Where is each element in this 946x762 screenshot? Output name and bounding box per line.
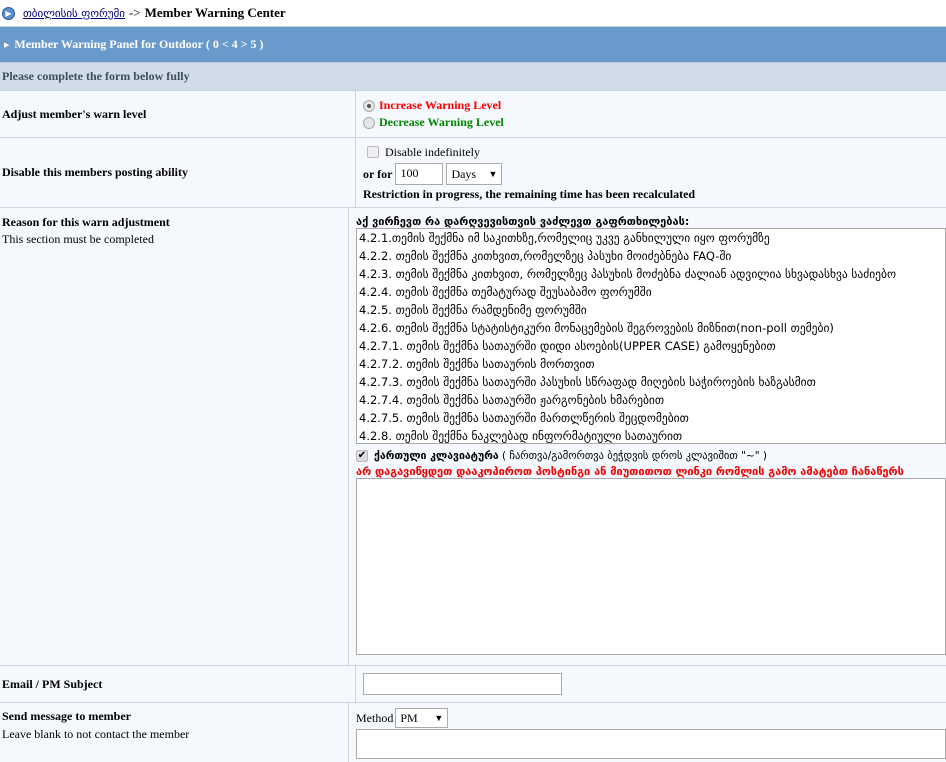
subject-row: Email / PM Subject bbox=[0, 665, 946, 702]
breadcrumb: ▶ თბილისის ფორუმი -> Member Warning Cent… bbox=[0, 0, 946, 26]
nav-arrow-icon: ▶ bbox=[2, 6, 15, 20]
reason-listbox[interactable]: 4.2.1.თემის შექმნა იმ საკითხზე,რომელიც უ… bbox=[356, 228, 946, 444]
triangle-icon: ▶ bbox=[4, 41, 10, 49]
copy-warning: არ დაგავიწყდეთ დააკოპიროთ პოსტინგი ან მი… bbox=[356, 465, 904, 478]
duration-input[interactable]: 100 bbox=[395, 163, 444, 185]
reason-option[interactable]: 4.2.6. თემის შექმნა სტატისტიკური მონაცემ… bbox=[357, 319, 945, 337]
reason-option[interactable]: 4.2.4. თემის შექმნა თემატურად შეუსაბამო … bbox=[357, 283, 945, 301]
dropdown-arrow-icon: ▼ bbox=[488, 169, 498, 179]
decrease-radio[interactable]: Decrease Warning Level bbox=[363, 114, 946, 131]
message-row: Send message to member Leave blank to not… bbox=[0, 702, 946, 762]
dropdown-arrow-icon: ▼ bbox=[434, 713, 444, 723]
reason-option[interactable]: 4.2.2. თემის შექმნა კითხვით,რომელზეც პას… bbox=[357, 247, 945, 265]
decrease-label: Decrease Warning Level bbox=[379, 115, 504, 129]
increase-radio[interactable]: Increase Warning Level bbox=[363, 97, 946, 114]
message-hint: Leave blank to not contact the member bbox=[2, 727, 190, 741]
reason-option[interactable]: 4.2.7.3. თემის შექმნა სათაურში პასუხის ს… bbox=[357, 373, 945, 391]
increase-label: Increase Warning Level bbox=[379, 98, 502, 112]
breadcrumb-separator: -> bbox=[128, 5, 141, 20]
message-label: Send message to member bbox=[2, 709, 131, 723]
radio-unchecked-icon bbox=[363, 116, 375, 129]
method-select[interactable]: PM ▼ bbox=[395, 708, 449, 728]
or-for-label: or for bbox=[363, 166, 393, 181]
disable-indefinitely-label: Disable indefinitely bbox=[385, 144, 480, 159]
restriction-note: Restriction in progress, the remaining t… bbox=[363, 187, 696, 201]
disable-indefinitely-checkbox[interactable] bbox=[367, 146, 379, 158]
warn-level-row: Adjust member's warn level Increase Warn… bbox=[0, 90, 946, 137]
reason-option[interactable]: 4.2.7.1. თემის შექმნა სათაურში დიდი ასოე… bbox=[357, 337, 945, 355]
message-textarea[interactable] bbox=[356, 729, 946, 759]
duration-unit-select[interactable]: Days ▼ bbox=[446, 163, 503, 185]
reason-option[interactable]: 4.2.5. თემის შექმნა რამდენიმე ფორუმში bbox=[357, 301, 945, 319]
reason-option[interactable]: 4.2.7.5. თემის შექმნა სათაურში მართლწერი… bbox=[357, 409, 945, 427]
reason-option[interactable]: 4.2.3. თემის შექმნა კითხვით, რომელზეც პა… bbox=[357, 265, 945, 283]
breadcrumb-current: Member Warning Center bbox=[144, 5, 286, 20]
keyboard-hint: ( ჩართვა/გამორთვა ბეჭდვის დროს კლავიშით … bbox=[502, 450, 767, 462]
reason-label: Reason for this warn adjustment bbox=[2, 215, 170, 229]
home-link[interactable]: თბილისის ფორუმი bbox=[23, 7, 125, 20]
reason-option[interactable]: 4.2.1.თემის შექმნა იმ საკითხზე,რომელიც უ… bbox=[357, 229, 945, 247]
reason-hint: This section must be completed bbox=[2, 232, 154, 246]
posting-label: Disable this members posting ability bbox=[2, 165, 189, 179]
posting-row: Disable this members posting ability Dis… bbox=[0, 137, 946, 207]
keyboard-label: ქართული კლავიატურა bbox=[374, 450, 499, 462]
reason-option[interactable]: 4.2.8. თემის შექმნა ნაკლებად ინფორმატიულ… bbox=[357, 427, 945, 443]
method-label: Method bbox=[356, 710, 394, 725]
reason-list-title: აქ ვირჩევთ რა დარღვევისთვის ვაძლევთ გაფრ… bbox=[356, 215, 690, 228]
reason-option[interactable]: 4.2.7.2. თემის შექმნა სათაურის მორთვით bbox=[357, 355, 945, 373]
panel-header: ▶ Member Warning Panel for Outdoor ( 0 < … bbox=[0, 26, 946, 62]
reason-option[interactable]: 4.2.7.4. თემის შექმნა სათაურში ჟარგონები… bbox=[357, 391, 945, 409]
panel-subtitle: Please complete the form below fully bbox=[0, 62, 946, 90]
radio-checked-icon bbox=[363, 99, 375, 112]
reason-textarea[interactable] bbox=[356, 478, 946, 655]
reason-row: Reason for this warn adjustment This sect… bbox=[0, 207, 946, 665]
warn-level-label: Adjust member's warn level bbox=[2, 106, 147, 121]
panel-title: Member Warning Panel for Outdoor ( 0 < 4… bbox=[14, 37, 264, 51]
unit-value: Days bbox=[451, 166, 477, 181]
subject-input[interactable] bbox=[363, 673, 562, 695]
method-value: PM bbox=[400, 710, 418, 725]
subject-label: Email / PM Subject bbox=[2, 676, 103, 691]
georgian-keyboard-checkbox[interactable]: ✔ bbox=[356, 450, 368, 462]
